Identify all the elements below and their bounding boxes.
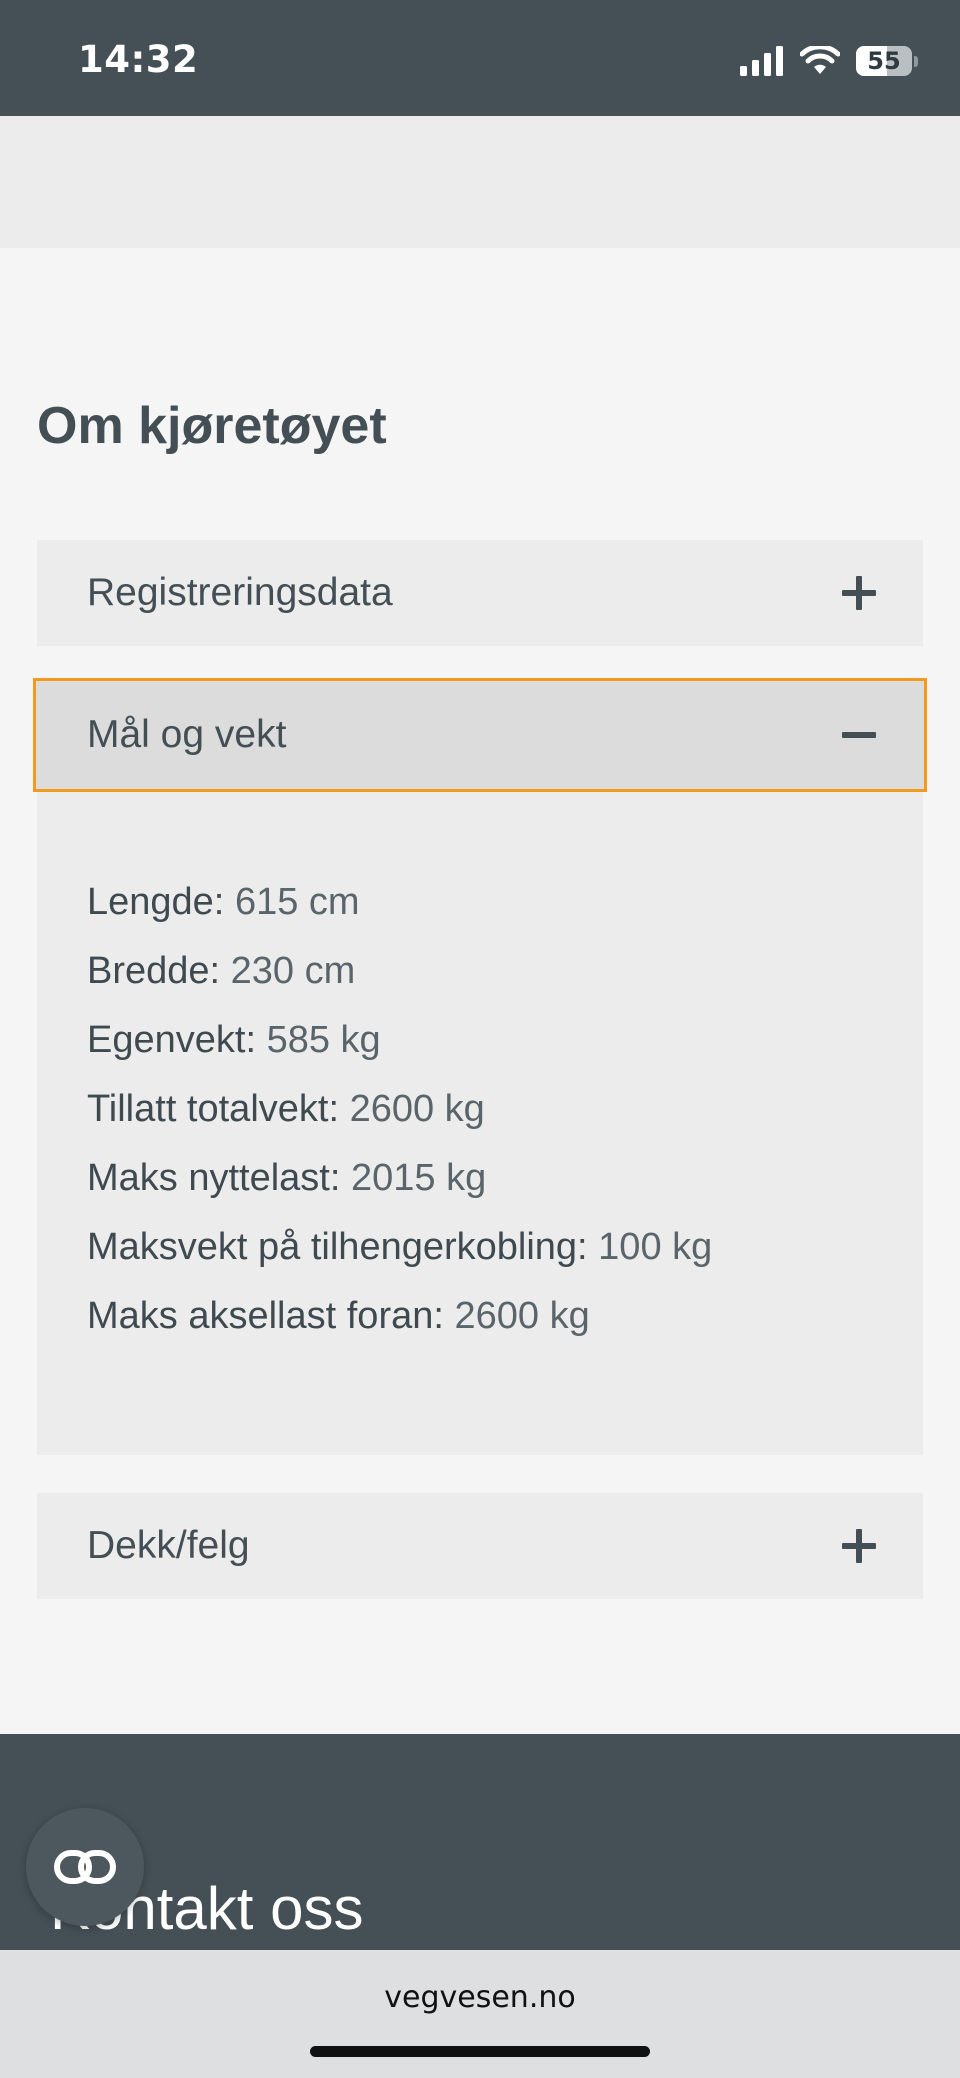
accordion-registreringsdata[interactable]: Registreringsdata bbox=[37, 540, 923, 646]
minus-icon bbox=[842, 718, 876, 752]
accordion-panel-mal-og-vekt: Lengde: 615 cm Bredde: 230 cm Egenvekt: … bbox=[37, 792, 923, 1455]
accordion-label: Registreringsdata bbox=[87, 571, 393, 614]
plus-icon bbox=[842, 576, 876, 610]
link-button[interactable] bbox=[26, 1808, 144, 1926]
spec-row-bredde: Bredde: 230 cm bbox=[87, 950, 356, 992]
section-title: Om kjøretøyet bbox=[37, 397, 387, 455]
plus-icon bbox=[842, 1529, 876, 1563]
link-icon bbox=[54, 1850, 116, 1884]
battery-cap bbox=[914, 55, 918, 67]
spec-row-egenvekt: Egenvekt: 585 kg bbox=[87, 1019, 381, 1061]
spec-row-maks-aksellast-foran: Maks aksellast foran: 2600 kg bbox=[87, 1295, 590, 1337]
browser-address-bar[interactable]: vegvesen.no bbox=[0, 1950, 960, 2078]
signal-icon bbox=[740, 46, 783, 76]
battery-icon: 55 bbox=[856, 46, 912, 76]
accordion-label: Mål og vekt bbox=[87, 713, 287, 756]
accordion-label: Dekk/felg bbox=[87, 1524, 250, 1567]
wifi-icon bbox=[800, 46, 840, 74]
spec-row-tillatt-totalvekt: Tillatt totalvekt: 2600 kg bbox=[87, 1088, 485, 1130]
top-band bbox=[0, 116, 960, 248]
status-bar: 14:32 55 bbox=[0, 0, 960, 116]
status-time: 14:32 bbox=[78, 38, 199, 81]
spec-row-lengde: Lengde: 615 cm bbox=[87, 881, 360, 923]
battery-level: 55 bbox=[867, 47, 901, 75]
status-icons: 55 bbox=[740, 44, 918, 78]
accordion-mal-og-vekt[interactable]: Mål og vekt bbox=[33, 678, 927, 792]
spec-row-maksvekt-tilhengerkobling: Maksvekt på tilhengerkobling: 100 kg bbox=[87, 1226, 713, 1268]
home-indicator[interactable] bbox=[310, 2046, 650, 2057]
accordion-dekk-felg[interactable]: Dekk/felg bbox=[37, 1493, 923, 1599]
contact-section: Kontakt oss bbox=[0, 1734, 960, 1950]
spec-row-maks-nyttelast: Maks nyttelast: 2015 kg bbox=[87, 1157, 487, 1199]
url-text[interactable]: vegvesen.no bbox=[0, 1980, 960, 2015]
